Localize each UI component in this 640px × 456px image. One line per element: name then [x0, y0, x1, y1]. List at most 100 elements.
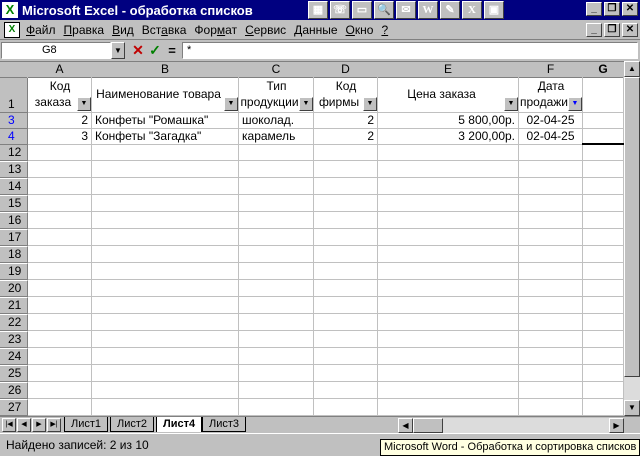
name-box[interactable]: G8 [1, 42, 111, 59]
data-cell-b[interactable]: Конфеты "Загадка" [92, 129, 238, 144]
search-icon[interactable]: 🔍 [374, 1, 394, 19]
vertical-scrollbar[interactable]: ▲ ▼ [624, 61, 640, 416]
row-header[interactable]: 20 [0, 281, 28, 297]
menu-item-1[interactable]: Правка [60, 23, 109, 37]
sheet-tab[interactable]: Лист3 [202, 417, 247, 432]
row-header[interactable]: 22 [0, 315, 28, 331]
autofilter-dropdown-icon[interactable]: ▼ [224, 97, 238, 111]
column-header-a[interactable]: A [28, 62, 92, 78]
note-icon[interactable]: ✎ [440, 1, 460, 19]
calc-icon[interactable]: ▦ [308, 1, 328, 19]
name-box-dropdown-icon[interactable]: ▼ [111, 42, 125, 59]
horizontal-scrollbar[interactable]: ◀ ▶ [398, 418, 624, 433]
menu-item-0[interactable]: Файл [22, 23, 60, 37]
sheet-tab[interactable]: Лист4 [156, 417, 203, 432]
menu-item-6[interactable]: Данные [290, 23, 341, 37]
gridline [0, 245, 624, 246]
prev-sheet-icon[interactable]: ◀ [17, 418, 31, 432]
menu-item-text: вка [167, 22, 187, 37]
menu-item-text: кно [354, 22, 374, 37]
vertical-scroll-thumb[interactable] [624, 77, 640, 377]
row-header[interactable]: 13 [0, 162, 28, 178]
spreadsheet-grid[interactable]: A B C D E F G 1 3 4 12 13 14 15 16 17 18 19 20 21 22 23 24 25 26… [0, 61, 624, 416]
data-cell-d[interactable]: 2 [314, 129, 377, 144]
scroll-down-icon[interactable]: ▼ [624, 400, 640, 416]
doc-minimize-button[interactable]: _ [586, 23, 602, 37]
row-header[interactable]: 27 [0, 400, 28, 416]
menu-item-8[interactable]: ? [377, 23, 392, 37]
autofilter-dropdown-icon[interactable]: ▼ [77, 97, 91, 111]
select-all-corner[interactable] [0, 62, 28, 78]
row-header[interactable]: 17 [0, 230, 28, 246]
row-header[interactable]: 4 [0, 129, 28, 145]
excel-app-icon[interactable]: X [2, 2, 18, 18]
column-header-f[interactable]: F [519, 62, 583, 78]
menu-item-4[interactable]: Формат [190, 23, 241, 37]
row-header[interactable]: 12 [0, 145, 28, 161]
edit-formula-button[interactable]: = [164, 42, 180, 59]
column-header-e[interactable]: E [378, 62, 519, 78]
autofilter-dropdown-icon[interactable]: ▼ [363, 97, 377, 111]
row-header[interactable]: 16 [0, 213, 28, 229]
word-icon[interactable]: W [418, 1, 438, 19]
menu-item-2[interactable]: Вид [108, 23, 138, 37]
column-header-b[interactable]: B [92, 62, 239, 78]
row-header[interactable]: 24 [0, 349, 28, 365]
row-header[interactable]: 21 [0, 298, 28, 314]
data-cell-e[interactable]: 5 800,00р. [378, 113, 518, 128]
minimize-button[interactable]: _ [586, 2, 602, 16]
autofilter-dropdown-icon[interactable]: ▼ [504, 97, 518, 111]
menu-item-7[interactable]: Окно [342, 23, 378, 37]
next-sheet-icon[interactable]: ▶ [32, 418, 46, 432]
doc-restore-button[interactable]: ❐ [604, 23, 620, 37]
scroll-up-icon[interactable]: ▲ [624, 61, 640, 77]
menu-item-5[interactable]: Сервис [241, 23, 290, 37]
row-header[interactable]: 18 [0, 247, 28, 263]
data-cell-e[interactable]: 3 200,00р. [378, 129, 518, 144]
phone-icon[interactable]: ☏ [330, 1, 350, 19]
scroll-right-icon[interactable]: ▶ [609, 418, 624, 433]
folder-icon[interactable]: ▭ [352, 1, 372, 19]
column-title-line1: Тип [266, 79, 287, 93]
horizontal-scroll-thumb[interactable] [413, 418, 443, 433]
menu-item-3[interactable]: Вставка [138, 23, 191, 37]
row-header[interactable]: 14 [0, 179, 28, 195]
last-sheet-icon[interactable]: ▶| [47, 418, 61, 432]
data-cell-f[interactable]: 02-04-25 [519, 113, 582, 128]
restore-button[interactable]: ❐ [604, 2, 620, 16]
data-cell-b[interactable]: Конфеты "Ромашка" [92, 113, 238, 128]
data-cell-c[interactable]: карамель [239, 129, 313, 144]
column-header-g[interactable]: G [583, 62, 624, 78]
autofilter-dropdown-icon[interactable]: ▼ [568, 97, 582, 111]
data-cell-a[interactable]: 3 [28, 129, 91, 144]
sheet-tab[interactable]: Лист1 [64, 417, 109, 432]
column-header-c[interactable]: C [239, 62, 314, 78]
row-header[interactable]: 15 [0, 196, 28, 212]
sheet-tab[interactable]: Лист2 [110, 417, 155, 432]
data-cell-a[interactable]: 2 [28, 113, 91, 128]
row-header[interactable]: 3 [0, 113, 28, 129]
data-cell-d[interactable]: 2 [314, 113, 377, 128]
autofilter-dropdown-icon[interactable]: ▼ [299, 97, 313, 111]
formula-input[interactable]: * [182, 42, 638, 59]
doc-close-button[interactable]: ✕ [622, 23, 638, 37]
mail-icon[interactable]: ✉ [396, 1, 416, 19]
column-title-line2: заказа [34, 95, 72, 109]
data-cell-c[interactable]: шоколад. [239, 113, 313, 128]
first-sheet-icon[interactable]: |◀ [2, 418, 16, 432]
excel-icon[interactable]: X [462, 1, 482, 19]
screen-icon[interactable]: ▣ [484, 1, 504, 19]
document-icon[interactable]: X [4, 21, 20, 38]
row-header[interactable]: 19 [0, 264, 28, 280]
cancel-entry-icon[interactable]: ✕ [130, 42, 146, 59]
row-header[interactable]: 23 [0, 332, 28, 348]
close-button[interactable]: ✕ [622, 2, 638, 16]
column-header-d[interactable]: D [314, 62, 378, 78]
row-header[interactable]: 25 [0, 366, 28, 382]
confirm-entry-icon[interactable]: ✓ [147, 42, 163, 59]
row-header[interactable]: 1 [0, 78, 28, 113]
data-cell-f[interactable]: 02-04-25 [519, 129, 582, 144]
scroll-left-icon[interactable]: ◀ [398, 418, 413, 433]
column-title-line1: Дата [537, 79, 565, 93]
row-header[interactable]: 26 [0, 383, 28, 399]
